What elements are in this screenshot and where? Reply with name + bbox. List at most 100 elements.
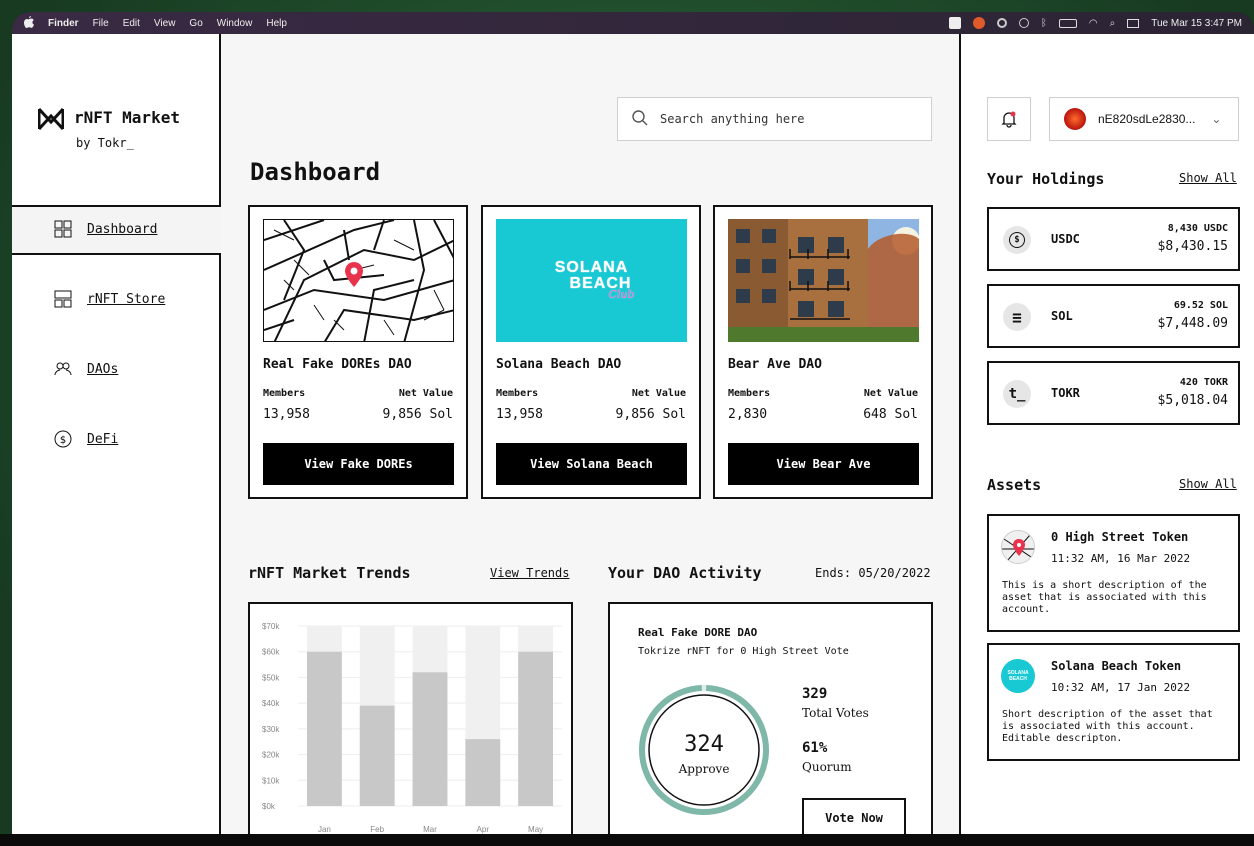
net-value: 648 Sol — [863, 407, 918, 422]
search-input[interactable]: Search anything here — [660, 112, 805, 126]
dao-activity-subtitle: Tokrize rNFT for 0 High Street Vote — [638, 646, 849, 657]
trend-chart-svg: $0k $10k $20k $30k $40k $50k $60k $70k Jan Feb Mar… — [262, 622, 562, 834]
sidebar-item-dashboard[interactable]: Dashboard — [54, 220, 157, 238]
y-tick-label: $60k — [262, 648, 280, 657]
view-fake-dores-button[interactable]: View Fake DOREs — [263, 443, 454, 485]
menu-finder[interactable]: Finder — [48, 18, 79, 29]
holding-tokr[interactable]: t_ TOKR 420 TOKR $5,018.04 — [987, 361, 1240, 425]
store-icon — [54, 290, 72, 308]
asset-time: 11:32 AM, 16 Mar 2022 — [1051, 552, 1191, 565]
view-trends-link[interactable]: View Trends — [490, 566, 569, 580]
bar — [518, 651, 554, 806]
sidebar-item-label: DAOs — [87, 361, 119, 377]
mac-menubar: Finder File Edit View Go Window Help ᛒ ◠… — [12, 12, 1254, 34]
menubar-clock[interactable]: Tue Mar 15 3:47 PM — [1151, 18, 1242, 29]
menu-help[interactable]: Help — [266, 18, 287, 29]
search-bar[interactable]: Search anything here — [617, 97, 932, 141]
x-tick-label: Apr — [477, 825, 490, 834]
dao-activity-card: Real Fake DORE DAO Tokrize rNFT for 0 Hi… — [608, 602, 933, 834]
holding-usdc[interactable]: $ USDC 8,430 USDC $8,430.15 — [987, 207, 1240, 271]
wallet-dropdown[interactable]: nE820sdLe2830... ⌄ — [1049, 97, 1239, 141]
bar — [412, 672, 448, 806]
asset-name: 0 High Street Token — [1051, 530, 1189, 544]
bell-icon — [1001, 111, 1017, 128]
sidebar-item-label: DeFi — [87, 431, 119, 447]
dao-card-solana-beach[interactable]: SOLANA BEACH Club Solana Beach DAO Membe… — [481, 205, 701, 499]
dao-card-bear-ave[interactable]: Bear Ave DAO Members Net Value 2,830 648… — [713, 205, 933, 499]
holding-symbol: SOL — [1051, 309, 1073, 323]
approve-label: Approve — [678, 762, 730, 776]
menu-go[interactable]: Go — [189, 18, 202, 29]
holding-amount: 8,430 USDC — [1167, 223, 1228, 234]
map-image — [263, 219, 454, 342]
spotlight-icon[interactable]: ⌕ — [1110, 18, 1116, 29]
asset-description: Short description of the asset that is a… — [1002, 709, 1213, 744]
holding-usd: $8,430.15 — [1157, 239, 1228, 254]
page-title: Dashboard — [250, 158, 381, 186]
sidebar-item-label: rNFT Store — [87, 291, 166, 307]
control-center-icon[interactable] — [1127, 18, 1140, 28]
status-app-icon[interactable] — [948, 17, 961, 29]
vote-now-button[interactable]: Vote Now — [802, 798, 906, 834]
y-tick-label: $0k — [262, 802, 276, 811]
people-icon — [54, 360, 72, 378]
net-value: 9,856 Sol — [382, 407, 453, 422]
solana-beach-logo: SOLANA BEACH Club — [496, 219, 687, 342]
menu-view[interactable]: View — [154, 18, 176, 29]
net-value-label: Net Value — [398, 388, 453, 399]
holding-usd: $5,018.04 — [1157, 393, 1228, 408]
menu-window[interactable]: Window — [217, 18, 253, 29]
x-tick-label: Feb — [370, 825, 384, 834]
chevron-down-icon: ⌄ — [1211, 112, 1222, 126]
dao-card-real-fake-dores[interactable]: Real Fake DOREs DAO Members Net Value 13… — [248, 205, 468, 499]
bluetooth-icon[interactable]: ᛒ — [1041, 18, 1047, 29]
battery-icon[interactable] — [1058, 18, 1077, 28]
status-cc-icon[interactable] — [996, 18, 1007, 28]
members-label: Members — [728, 388, 771, 399]
quorum-label: Quorum — [802, 760, 852, 774]
total-votes-label: Total Votes — [802, 706, 869, 720]
sol-icon: ≡ — [1003, 303, 1031, 331]
sidebar-item-defi[interactable]: $ DeFi — [54, 430, 118, 448]
status-record-icon[interactable] — [972, 17, 985, 29]
assets-show-all-link[interactable]: Show All — [1179, 477, 1237, 491]
view-solana-beach-button[interactable]: View Solana Beach — [496, 443, 687, 485]
y-tick-label: $20k — [262, 751, 280, 760]
wallet-address: nE820sdLe2830... — [1098, 112, 1196, 126]
dao-card-title: Real Fake DOREs DAO — [263, 357, 412, 372]
brand[interactable]: rNFT Market — [38, 108, 180, 130]
logo-line-1: SOLANA — [554, 259, 629, 276]
menu-file[interactable]: File — [93, 18, 109, 29]
net-value-label: Net Value — [631, 388, 686, 399]
assets-title: Assets — [987, 476, 1042, 494]
dao-card-title: Solana Beach DAO — [496, 357, 622, 372]
search-icon — [632, 109, 648, 129]
asset-card-solana-beach[interactable]: SOLANA BEACH Solana Beach Token 10:32 AM… — [987, 643, 1240, 761]
y-tick-label: $70k — [262, 622, 280, 631]
menu-edit[interactable]: Edit — [123, 18, 140, 29]
x-tick-label: May — [528, 825, 543, 834]
brand-subtitle: by Tokr_ — [76, 136, 134, 150]
device-bottom-edge — [0, 834, 1254, 846]
members-label: Members — [263, 388, 306, 399]
sidebar-item-rnft-store[interactable]: rNFT Store — [54, 290, 165, 308]
status-play-icon[interactable] — [1018, 18, 1029, 28]
sidebar-item-daos[interactable]: DAOs — [54, 360, 118, 378]
holding-amount: 69.52 SOL — [1173, 300, 1228, 311]
right-panel: nE820sdLe2830... ⌄ Your Holdings Show Al… — [959, 34, 1254, 834]
dao-activity-name: Real Fake DORE DAO — [638, 626, 758, 639]
svg-text:$: $ — [60, 435, 66, 446]
sidebar: rNFT Market by Tokr_ Dashboard rNFT Stor… — [12, 34, 221, 834]
bar — [359, 705, 395, 806]
notifications-button[interactable] — [987, 97, 1031, 141]
total-votes-count: 329 — [802, 686, 828, 702]
asset-card-high-street[interactable]: 0 High Street Token 11:32 AM, 16 Mar 202… — [987, 514, 1240, 632]
view-bear-ave-button[interactable]: View Bear Ave — [728, 443, 919, 485]
map-pin-asset-icon — [1001, 530, 1035, 564]
holding-sol[interactable]: ≡ SOL 69.52 SOL $7,448.09 — [987, 284, 1240, 348]
wifi-icon[interactable]: ◠ — [1089, 18, 1098, 29]
bar — [306, 651, 342, 806]
screen: Finder File Edit View Go Window Help ᛒ ◠… — [12, 12, 1254, 834]
holdings-show-all-link[interactable]: Show All — [1179, 171, 1237, 185]
apple-icon[interactable] — [24, 15, 34, 31]
